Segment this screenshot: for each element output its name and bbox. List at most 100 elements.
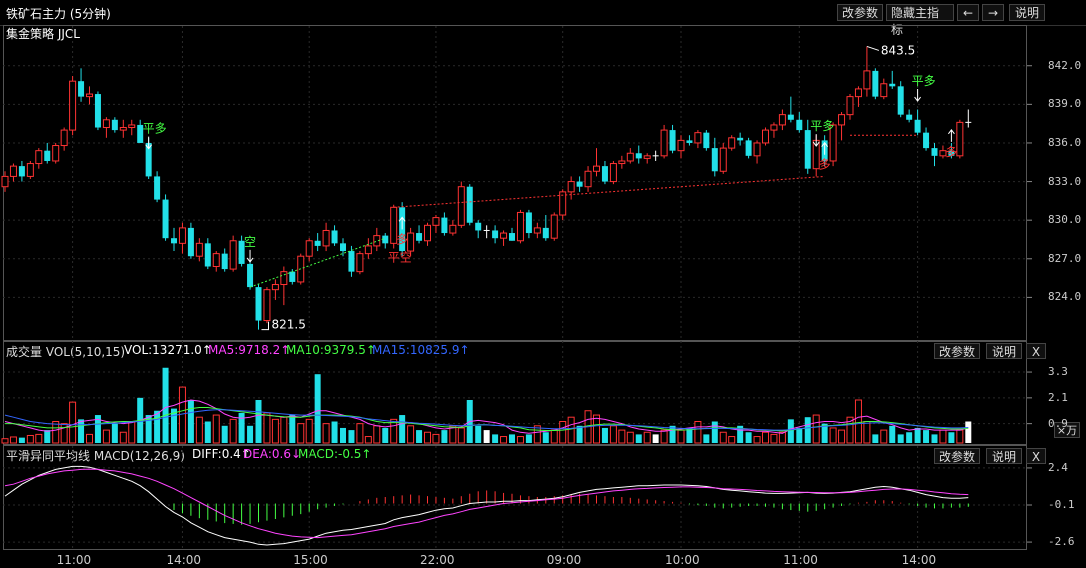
volume-bar [745,432,752,443]
candle-body [694,132,702,144]
signal-arrow [914,89,921,102]
volume-bar [542,432,549,443]
volume-bar [271,418,279,444]
candle-body [204,243,211,267]
volume-bar [863,421,871,444]
volume-bar [340,427,346,443]
candle-body [78,81,85,97]
volume-bar [500,436,508,444]
candle-body [247,263,254,288]
candle-body [728,137,736,149]
low-price-label: 821.5 [272,318,306,332]
candle-body [154,176,161,200]
signal-label: 平多 [143,122,167,136]
candle-body [9,165,17,177]
candle-body [584,170,592,188]
volume-bar [728,436,736,444]
candle-body [52,145,60,162]
volume-bar [483,430,490,443]
volume-tick-label: 3.3 [1048,365,1068,379]
x-tick-label: 15:00 [293,553,328,567]
candle-body [516,211,524,242]
volume-bar [931,434,938,443]
volume-bar [914,427,921,443]
volume-bar [559,421,567,444]
candle-body [711,148,718,172]
candle-body [525,212,532,234]
candle-body [407,232,415,252]
volume-bar [626,431,634,444]
volume-bar [86,433,93,444]
candle-body [745,140,752,156]
candle-body [255,287,262,321]
candle-body [593,165,600,172]
volume-bar [652,434,659,443]
candle-body [880,83,888,98]
volume-bar [26,434,34,444]
volume-bar [399,415,406,443]
price-tick-label: 827.0 [1048,251,1082,265]
volume-bar [703,434,710,443]
volume-bar [1,438,9,444]
x-tick-label: 11:00 [56,553,92,567]
candle-body [35,150,43,165]
candle-body [626,152,634,162]
chart-canvas: 平多空 多平空 平多多 平多多 821.5 843.5 [1,26,1032,549]
signal-label: 多 [819,158,831,172]
volume-bar [195,416,203,444]
volume-bar [432,433,440,444]
candle-body [956,121,964,157]
price-tick-label: 839.0 [1048,97,1082,111]
candle-body [669,130,676,151]
volume-bar [314,374,321,443]
volume-bar [18,437,25,443]
candle-body [906,114,913,120]
candle-body [618,160,626,165]
volume-bar [643,431,651,444]
candle-body [889,83,896,87]
candle-body [838,114,846,126]
volume-bar [238,412,245,443]
volume-bar [838,429,846,444]
volume-bar [35,433,43,444]
candle-body [119,127,127,131]
candle-body [280,271,288,286]
candle-body [804,130,811,169]
candle-body [872,70,879,97]
candle-body [449,224,457,234]
volume-bar [635,434,642,443]
volume-bar [762,431,769,444]
volume-bar [770,433,778,444]
volume-bar [889,425,896,443]
volume-bar [204,421,211,443]
candle-body [686,140,693,143]
candle-body [1,175,9,188]
candle-body [914,119,921,133]
volume-bar [221,425,228,443]
candle-body [195,242,203,257]
candle-body [271,284,279,291]
volume-bar [212,414,220,444]
volume-bar [601,427,608,443]
candle-body [331,230,338,244]
volume-bar [111,423,118,443]
candle-body [737,137,744,141]
candle-body [643,155,651,159]
price-tick-label: 824.0 [1048,290,1082,304]
volume-tick-label: 0.9 [1048,416,1068,430]
volume-bar [804,417,811,443]
volume-bar [872,434,879,443]
volume-bar [69,401,77,444]
signal-label: 平多 [912,74,936,88]
candle-body [533,227,541,234]
volume-bar [812,414,820,444]
candle-body [509,233,515,241]
candle-body [178,227,186,244]
signal-label: 空 [244,235,256,249]
x-tick-label: 09:00 [546,553,582,567]
volume-bar [416,430,423,443]
signal-arrow [246,249,254,263]
candle-body [677,139,685,152]
volume-bar [609,425,617,444]
volume-bar [78,419,85,443]
